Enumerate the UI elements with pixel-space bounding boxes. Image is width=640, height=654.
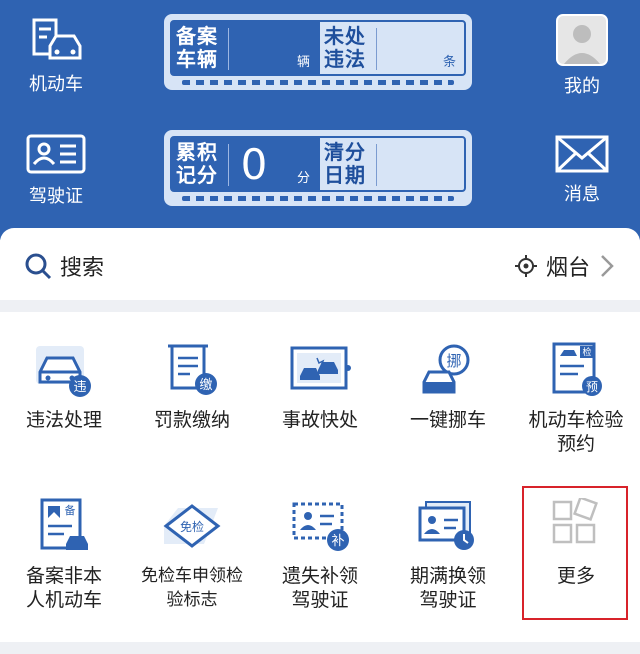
service-move-car[interactable]: 挪 一键挪车 — [384, 342, 512, 432]
svg-text:检: 检 — [582, 346, 591, 358]
svg-text:缴: 缴 — [199, 378, 212, 393]
svg-text:备: 备 — [65, 503, 76, 517]
chevron-right-icon — [601, 255, 614, 277]
vehicle-icon — [32, 18, 82, 60]
service-label: 一键挪车 — [409, 409, 486, 431]
search-bar[interactable]: 搜索 烟台 — [0, 228, 640, 300]
vehicle-label: 机动车 — [29, 74, 83, 95]
vehicle-button[interactable]: 机动车 — [0, 16, 112, 96]
service-renew-license[interactable]: 期满换领驾驶证 — [384, 498, 512, 612]
license-renew-icon — [418, 501, 474, 550]
service-label: 事故快处 — [281, 409, 358, 431]
divider — [376, 144, 377, 186]
accident-icon — [290, 346, 351, 390]
messages-button[interactable]: 消息 — [526, 134, 638, 206]
service-label: 期满换领驾驶证 — [409, 565, 486, 611]
unhandled-violations-title: 未处 违法 — [324, 24, 366, 71]
accumulated-points-segment[interactable]: 累积 记分 0 分 — [172, 138, 320, 190]
vehicle-summary-card[interactable]: 备案 车辆 辆 未处 违法 条 — [164, 14, 472, 90]
unhandled-violations-segment[interactable]: 未处 违法 条 — [320, 22, 464, 74]
exempt-tag-icon: 免检 — [163, 504, 221, 548]
clear-date-segment[interactable]: 清分 日期 — [320, 138, 464, 190]
locate-icon — [514, 255, 537, 277]
registered-vehicles-segment[interactable]: 备案 车辆 辆 — [172, 22, 320, 74]
service-register-other-vehicle[interactable]: 备 备案非本人机动车 — [0, 498, 128, 612]
service-label: 罚款缴纳 — [153, 409, 230, 431]
search-field[interactable]: 搜索 — [24, 250, 104, 282]
svg-text:违: 违 — [73, 380, 86, 395]
mine-label: 我的 — [564, 76, 600, 97]
city-selector[interactable]: 烟台 — [514, 250, 614, 282]
more-highlight-frame — [522, 486, 628, 620]
registered-vehicles-title: 备案 车辆 — [176, 24, 218, 71]
mine-button[interactable]: 我的 — [526, 14, 638, 98]
inspection-doc-icon: 检 预 — [552, 342, 602, 396]
service-fine-payment[interactable]: 缴 罚款缴纳 — [128, 342, 256, 432]
search-icon — [25, 253, 52, 280]
city-label: 烟台 — [545, 256, 590, 281]
accumulated-points-title: 累积 记分 — [176, 140, 218, 187]
service-violation-handling[interactable]: 违 违法处理 — [0, 342, 128, 432]
license-label: 驾驶证 — [29, 186, 83, 207]
service-inspection-booking[interactable]: 检 预 机动车检验预约 — [512, 342, 640, 456]
header-panel: 机动车 驾驶证 备案 车辆 辆 未处 违法 条 累积 记分 0 分 清分 日期 … — [0, 0, 640, 240]
receipt-icon: 缴 — [168, 344, 217, 395]
unhandled-violations-unit: 条 — [442, 55, 456, 70]
registered-vehicles-unit: 辆 — [296, 55, 310, 70]
messages-label: 消息 — [564, 184, 600, 205]
search-label: 搜索 — [60, 256, 105, 281]
service-accident-quick[interactable]: 事故快处 — [256, 342, 384, 432]
avatar — [556, 14, 608, 66]
register-doc-icon: 备 — [40, 498, 88, 550]
service-label: 机动车检验预约 — [528, 409, 624, 455]
points-summary-card[interactable]: 累积 记分 0 分 清分 日期 — [164, 130, 472, 206]
svg-text:挪: 挪 — [446, 352, 461, 370]
card-decoration — [182, 80, 454, 85]
envelope-icon — [555, 135, 609, 173]
service-label: 备案非本人机动车 — [25, 565, 102, 611]
divider — [228, 28, 229, 70]
service-replace-lost-license[interactable]: 补 遗失补领驾驶证 — [256, 498, 384, 612]
svg-text:免检: 免检 — [180, 519, 204, 534]
service-label: 免检车申领检验标志 — [141, 566, 243, 610]
accumulated-points-unit: 分 — [296, 171, 310, 186]
clear-date-title: 清分 日期 — [324, 140, 366, 187]
divider — [376, 28, 377, 70]
service-label: 违法处理 — [25, 409, 102, 431]
car-violation-icon: 违 — [36, 346, 91, 397]
card-decoration — [182, 196, 454, 201]
accumulated-points-value: 0 — [240, 140, 268, 189]
svg-text:预: 预 — [586, 380, 598, 394]
svg-text:补: 补 — [331, 534, 344, 549]
move-car-icon: 挪 — [422, 344, 470, 394]
service-label: 遗失补领驾驶证 — [281, 565, 358, 611]
license-replace-icon: 补 — [292, 502, 349, 551]
service-exempt-inspection-label[interactable]: 免检 免检车申领检验标志 — [128, 498, 256, 612]
license-icon — [26, 134, 86, 174]
license-button[interactable]: 驾驶证 — [0, 132, 112, 208]
